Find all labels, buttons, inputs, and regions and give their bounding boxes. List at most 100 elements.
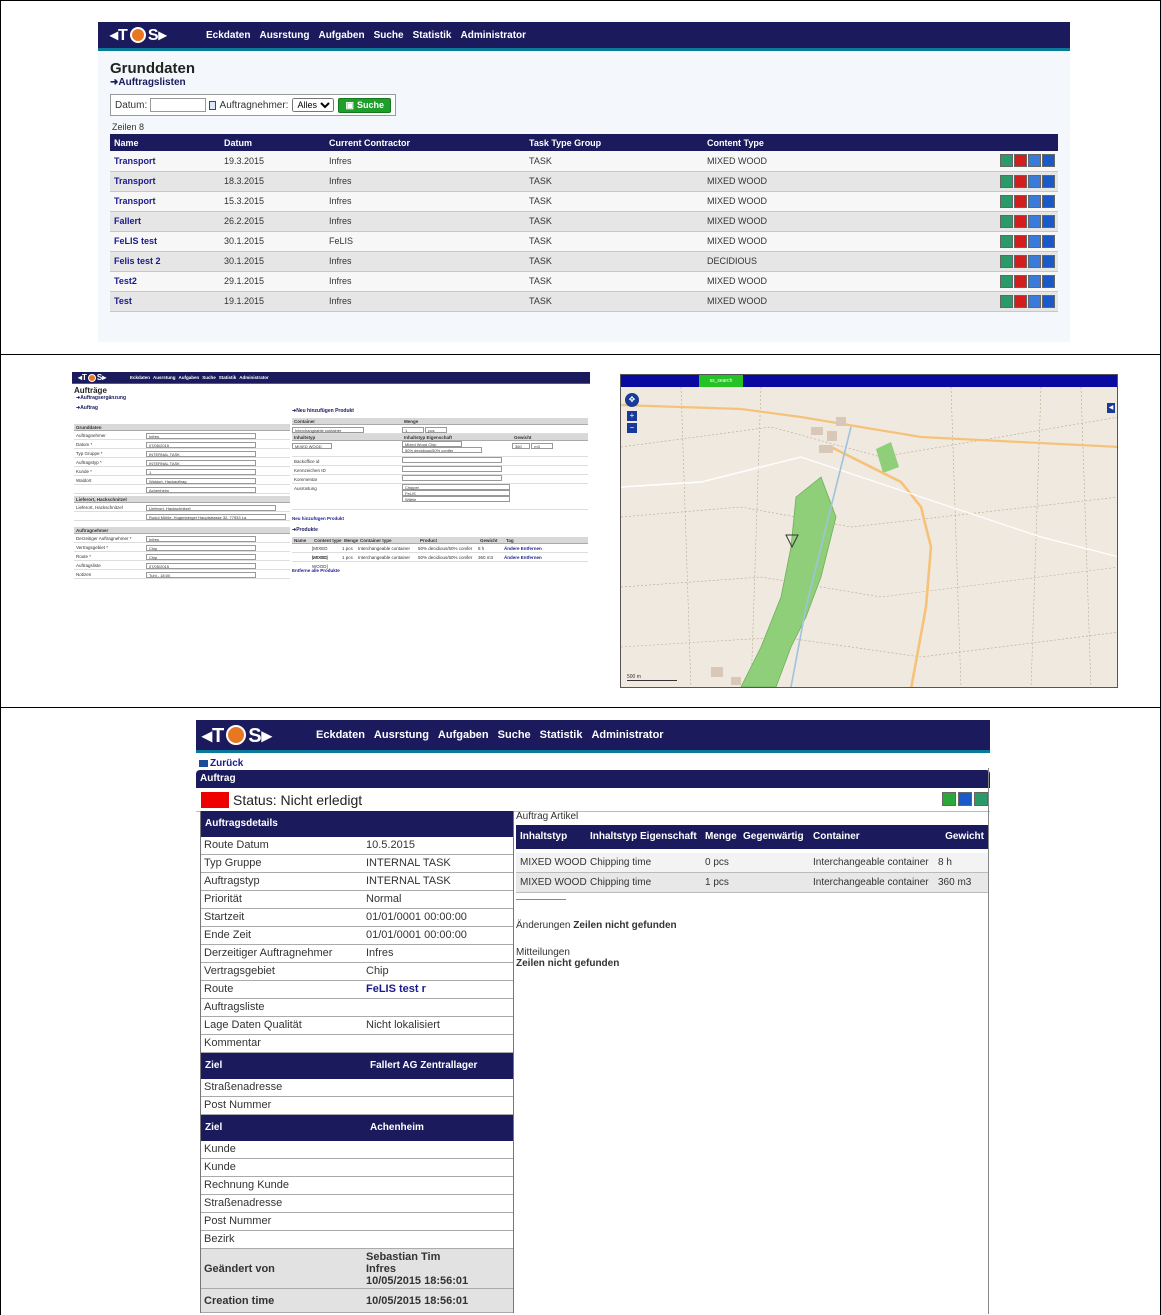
nav-suche-small[interactable]: Suche	[202, 375, 216, 380]
menge-input[interactable]: 1	[402, 426, 424, 433]
open-icon[interactable]	[1042, 254, 1055, 268]
col-content-type[interactable]: Content Type	[703, 134, 973, 151]
edit-icon[interactable]	[1028, 234, 1041, 248]
gewicht-input[interactable]: 360	[512, 442, 530, 449]
nav-aufgaben-small[interactable]: Aufgaben	[179, 375, 200, 380]
map-icon[interactable]	[1000, 214, 1013, 228]
form-field[interactable]: 07/05/2015	[146, 441, 256, 448]
row-name[interactable]: Transport	[110, 171, 220, 192]
delete-icon[interactable]	[1014, 234, 1027, 248]
edit-icon[interactable]	[1028, 274, 1041, 288]
tcs-logo-large[interactable]: ◂T S▸	[202, 723, 316, 748]
nav-ausrstung[interactable]: Ausrstung	[259, 30, 309, 41]
delete-icon[interactable]	[1014, 154, 1027, 168]
form-field[interactable]: Chip	[146, 544, 256, 551]
detail-value[interactable]: FeLIS test r	[366, 981, 513, 998]
map-icon[interactable]	[1000, 274, 1013, 288]
tcs-logo-small[interactable]: ◂T S▸	[78, 373, 130, 382]
search-button[interactable]: ▣ Suche	[338, 97, 391, 113]
table-row[interactable]: Transport 18.3.2015 Infres TASK MIXED WOOD	[110, 171, 1058, 192]
inhaltstyp-select[interactable]: MIXED WOOD	[292, 442, 332, 449]
edit-icon[interactable]	[1028, 294, 1041, 308]
artikel-row[interactable]: MIXED WOOD Chipping time 1 pcs Interchangea…	[516, 873, 988, 893]
table-row[interactable]: Felis test 2 30.1.2015 Infres TASK DECIDIOUS	[110, 251, 1058, 272]
row-name[interactable]: Felis test 2	[110, 251, 220, 272]
map-view[interactable]: ss_search ✥ + − ◀ 500 m	[620, 374, 1118, 688]
delete-icon[interactable]	[1014, 214, 1027, 228]
neu-produkt-link[interactable]: Neu hinzufügen Produkt	[292, 516, 588, 521]
form-field[interactable]: INTERNAL TASK	[146, 450, 256, 457]
map-icon[interactable]	[1000, 254, 1013, 268]
nav-administrator-small[interactable]: Administrator	[239, 375, 269, 380]
nav-ausrstung-large[interactable]: Ausrstung	[374, 729, 429, 741]
nav-aufgaben[interactable]: Aufgaben	[318, 30, 364, 41]
delete-icon[interactable]	[1014, 254, 1027, 268]
entferne-alle-link[interactable]: Entferne alle Produkte	[292, 568, 588, 573]
map-icon[interactable]	[1000, 294, 1013, 308]
form-field[interactable]: Chip	[146, 553, 256, 560]
edit-icon[interactable]	[1028, 154, 1041, 168]
open-icon[interactable]	[1042, 294, 1055, 308]
lieferort-addr[interactable]: Rudol Mühle, Hugenberger Hauptstrasse 32…	[146, 513, 286, 520]
open-icon[interactable]	[1042, 274, 1055, 288]
nav-ausrstung-small[interactable]: Ausrstung	[153, 375, 176, 380]
zoom-in-button[interactable]: +	[627, 411, 637, 421]
kennzeichen-input[interactable]	[402, 466, 502, 472]
gewicht-unit-select[interactable]: m3	[531, 442, 554, 449]
eigenschaft-select-2[interactable]: 50% decidious/50% conifer	[402, 447, 482, 454]
open-icon[interactable]	[1042, 154, 1055, 168]
kommentar-input[interactable]	[402, 475, 502, 481]
nav-eckdaten[interactable]: Eckdaten	[206, 30, 250, 41]
table-row[interactable]: FeLIS test 30.1.2015 FeLIS TASK MIXED WOOD	[110, 231, 1058, 252]
edit-icon[interactable]	[1028, 214, 1041, 228]
produkt-actions[interactable]: Ändere Entfernen	[504, 553, 542, 561]
ausruestung-opt-waehle[interactable]: Wähle	[402, 496, 510, 502]
lieferort-select[interactable]: Lieferort, Hackschnitzel	[146, 504, 276, 511]
row-name[interactable]: Test	[110, 291, 220, 312]
form-field[interactable]: Waldort, Hackauftrag	[146, 477, 256, 484]
container-select[interactable]: Interchangeable container	[292, 426, 364, 433]
nav-eckdaten-small[interactable]: Eckdaten	[130, 375, 150, 380]
map-icon[interactable]	[1000, 234, 1013, 248]
tcs-logo[interactable]: ◂T S▸	[110, 25, 206, 45]
pan-control-icon[interactable]: ✥	[625, 393, 639, 407]
artikel-row[interactable]: MIXED WOOD Chipping time 0 pcs Interchangea…	[516, 853, 988, 873]
table-row[interactable]: Transport 15.3.2015 Infres TASK MIXED WOOD	[110, 191, 1058, 212]
form-field[interactable]: Infres	[146, 432, 256, 439]
table-row[interactable]: Fallert 26.2.2015 Infres TASK MIXED WOOD	[110, 211, 1058, 232]
nav-aufgaben-large[interactable]: Aufgaben	[438, 729, 489, 741]
calendar-icon[interactable]	[209, 100, 216, 110]
layer-switcher-icon[interactable]: ◀	[1107, 403, 1115, 413]
backoffice-input[interactable]	[402, 457, 502, 463]
delete-icon[interactable]	[1014, 294, 1027, 308]
nav-statistik[interactable]: Statistik	[413, 30, 452, 41]
check-icon[interactable]	[958, 792, 972, 806]
row-name[interactable]: Test2	[110, 271, 220, 292]
col-datum[interactable]: Datum	[220, 134, 325, 151]
eigenschaft-select[interactable]: Mixed Wood Chip	[402, 441, 462, 447]
back-link[interactable]: Zurück	[199, 758, 990, 769]
table-row[interactable]: Test2 29.1.2015 Infres TASK MIXED WOOD	[110, 271, 1058, 292]
edit-icon[interactable]	[1028, 194, 1041, 208]
form-field[interactable]: Achenheim	[146, 486, 256, 493]
nav-suche-large[interactable]: Suche	[498, 729, 531, 741]
row-name[interactable]: Transport	[110, 151, 220, 172]
open-icon[interactable]	[1042, 194, 1055, 208]
row-name[interactable]: FeLIS test	[110, 231, 220, 252]
delete-icon[interactable]	[1014, 194, 1027, 208]
open-icon[interactable]	[1042, 174, 1055, 188]
edit-breadcrumb[interactable]: ➜Auftragsergänzung	[76, 395, 590, 401]
nav-statistik-large[interactable]: Statistik	[540, 729, 583, 741]
table-row[interactable]: Transport 19.3.2015 Infres TASK MIXED WOOD	[110, 151, 1058, 172]
row-name[interactable]: Fallert	[110, 211, 220, 232]
form-field[interactable]: 07/05/2015	[146, 562, 256, 569]
open-icon[interactable]	[1042, 234, 1055, 248]
globe-icon[interactable]	[974, 792, 988, 806]
form-field[interactable]: Tuhl - 18:00	[146, 571, 256, 578]
menge-unit-select[interactable]: pcs	[425, 426, 448, 433]
edit-icon[interactable]	[1028, 174, 1041, 188]
map-search-tab[interactable]: ss_search	[699, 375, 743, 387]
form-field[interactable]: INTERNAL TASK	[146, 459, 256, 466]
nav-administrator[interactable]: Administrator	[461, 30, 527, 41]
nav-administrator-large[interactable]: Administrator	[591, 729, 663, 741]
